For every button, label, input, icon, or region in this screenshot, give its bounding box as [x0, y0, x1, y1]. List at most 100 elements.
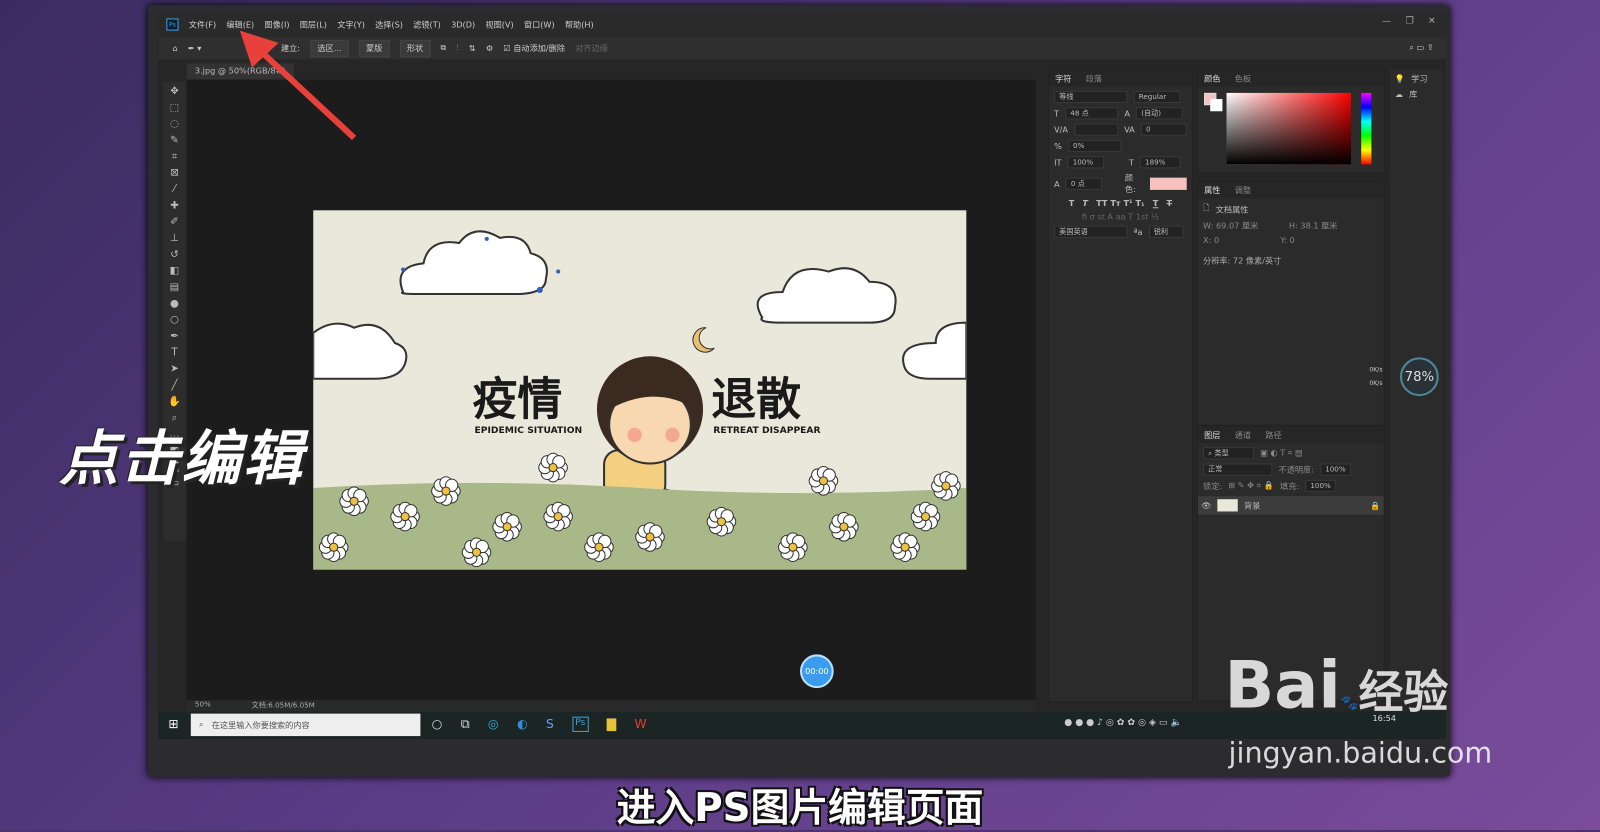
screen-mode-icon[interactable]: ▭ [170, 478, 180, 489]
move-tool-icon[interactable]: ✥ [170, 86, 179, 97]
leading-field[interactable]: (自动) [1136, 107, 1184, 120]
align-edges-checkbox[interactable]: 对齐边缘 [575, 42, 608, 53]
layer-filter-select[interactable]: ⌕ 类型 [1203, 447, 1255, 460]
pen-tool-icon[interactable]: ✒ [170, 331, 179, 342]
hand-icon[interactable]: ✋ [168, 396, 181, 407]
blur-icon[interactable]: ● [170, 298, 179, 309]
tab-paths[interactable]: 路径 [1265, 429, 1281, 440]
font-style-select[interactable]: Regular [1133, 90, 1181, 104]
path-arrange-icon[interactable]: ⇅ [469, 43, 476, 52]
menu-type[interactable]: 文字(Y) [337, 19, 365, 30]
gear-icon[interactable]: ⚙ [486, 43, 493, 52]
color-picker-field[interactable] [1226, 92, 1352, 165]
library-button[interactable]: 库 [1409, 89, 1417, 100]
hue-slider[interactable] [1361, 92, 1372, 165]
menu-view[interactable]: 视图(V) [485, 19, 513, 30]
menu-filter[interactable]: 滤镜(T) [413, 19, 441, 30]
browser-icon[interactable]: ◎ [488, 717, 499, 732]
menu-window[interactable]: 窗口(W) [524, 19, 555, 30]
task-view-icon[interactable]: ⧉ [461, 717, 470, 732]
path-mode-select[interactable]: ▾ [212, 43, 271, 52]
sogou-icon[interactable]: S [546, 717, 554, 732]
text-color-swatch[interactable] [1150, 177, 1187, 190]
clock[interactable]: 16:54 [1372, 714, 1396, 723]
home-icon[interactable]: ⌂ [172, 43, 177, 52]
menu-layer[interactable]: 图层(L) [300, 19, 327, 30]
path-select-icon[interactable]: ➤ [170, 363, 179, 374]
marquee-tool-icon[interactable]: ⬚ [170, 102, 180, 113]
menu-select[interactable]: 选择(S) [375, 19, 403, 30]
tab-paragraph[interactable]: 段落 [1086, 73, 1102, 84]
horizontal-scale-field[interactable]: 189% [1139, 156, 1181, 169]
doc-size[interactable]: 文档:6.05M/6.05M [252, 700, 315, 711]
auto-add-checkbox[interactable]: ☑ 自动添加/删除 [503, 42, 565, 53]
pen-tool-icon[interactable]: ✒ ▾ [188, 43, 202, 52]
edge-icon[interactable]: ◐ [517, 717, 528, 732]
menu-file[interactable]: 文件(F) [189, 19, 216, 30]
quick-mask-icon[interactable]: ◙ [170, 461, 180, 472]
tab-layers[interactable]: 图层 [1204, 429, 1220, 440]
canvas-area[interactable]: 疫情 退散 EPIDEMIC SITUATION RETREAT DISAPPE… [186, 79, 1036, 701]
filter-icons[interactable]: ▣ ◐ T ⌗ ▤ [1260, 448, 1303, 458]
restore-icon[interactable]: ❐ [1405, 16, 1413, 26]
crop-tool-icon[interactable]: ⌗ [172, 151, 178, 162]
tab-properties[interactable]: 属性 [1204, 184, 1220, 195]
eye-icon[interactable]: 👁 [1201, 501, 1211, 510]
system-tray[interactable]: ● ● ● ♪ ◎ ✿ ✿ ◎ ◈ ▭ 🔈 [1064, 718, 1182, 728]
kerning-field[interactable] [1074, 123, 1118, 136]
baseline-field[interactable]: 0 点 [1065, 177, 1103, 190]
gradient-icon[interactable]: ▤ [170, 282, 180, 293]
tracking-field[interactable]: 0 [1140, 123, 1187, 136]
tab-adjustments[interactable]: 调整 [1235, 184, 1251, 195]
zoom-icon[interactable]: ⌕ [172, 412, 178, 423]
learn-button[interactable]: 学习 [1411, 74, 1427, 85]
lasso-tool-icon[interactable]: ◌ [170, 118, 179, 129]
frame-tool-icon[interactable]: ⊠ [170, 167, 179, 178]
vertical-scale-field[interactable]: 100% [1067, 156, 1105, 169]
more-tools-icon[interactable]: … [169, 429, 179, 440]
artwork-image[interactable]: 疫情 退散 EPIDEMIC SITUATION RETREAT DISAPPE… [313, 210, 967, 570]
tab-color[interactable]: 颜色 [1204, 73, 1220, 84]
antialias-select[interactable]: 锐利 [1148, 225, 1184, 238]
brush-icon[interactable]: ✐ [170, 216, 179, 227]
font-size-field[interactable]: 48 点 [1065, 107, 1119, 120]
proportional-spacing-field[interactable]: 0% [1067, 139, 1122, 153]
tab-swatches[interactable]: 色板 [1235, 73, 1251, 84]
tab-channels[interactable]: 通道 [1235, 429, 1251, 440]
path-ops-icon[interactable]: ⧉ [440, 43, 446, 53]
lock-icons[interactable]: ⊞ ✎ ✥ ⌗ 🔒 [1228, 481, 1274, 491]
fill-field[interactable]: 100% [1305, 479, 1336, 493]
blend-mode-select[interactable]: 正常 [1203, 463, 1273, 476]
history-brush-icon[interactable]: ↺ [170, 249, 179, 260]
eraser-icon[interactable]: ◧ [170, 265, 180, 276]
windows-start-icon[interactable]: ⊞ [168, 717, 178, 731]
photoshop-taskbar-icon[interactable]: Ps [572, 716, 589, 732]
eyedropper-icon[interactable]: ⁄ [174, 184, 176, 195]
minimize-icon[interactable]: — [1382, 16, 1391, 26]
path-align-icon[interactable]: ⫶ [457, 43, 459, 53]
shape-button[interactable]: 形状 [399, 39, 431, 57]
menu-edit[interactable]: 编辑(E) [226, 19, 254, 30]
document-tab[interactable]: 3.jpg @ 50%(RGB/8#) [186, 63, 294, 80]
font-family-select[interactable]: 等线 [1054, 90, 1128, 104]
text-style-buttons[interactable]: T T TT Tт T¹ T₁ T T [1054, 199, 1187, 208]
background-color-swatch[interactable] [1210, 99, 1223, 112]
stamp-icon[interactable]: ⊥ [170, 233, 179, 244]
type-tool-icon[interactable]: T [171, 347, 177, 358]
opentype-buttons[interactable]: fi σ st A aa T 1st ½ [1054, 212, 1187, 221]
zoom-level[interactable]: 50% [195, 700, 211, 711]
tab-character[interactable]: 字符 [1055, 73, 1071, 84]
wps-icon[interactable]: W [635, 717, 647, 732]
healing-icon[interactable]: ✚ [170, 200, 179, 211]
quick-select-icon[interactable]: ✎ [170, 135, 179, 146]
layer-row[interactable]: 👁 背景 🔒 [1197, 496, 1384, 515]
opacity-field[interactable]: 100% [1320, 463, 1351, 476]
taskbar-search[interactable]: ⌕ 在这里输入你要搜索的内容 [190, 713, 421, 737]
file-explorer-icon[interactable]: ▇ [607, 717, 616, 732]
cortana-icon[interactable]: ○ [432, 717, 443, 732]
dodge-icon[interactable]: ○ [170, 314, 179, 325]
menu-3d[interactable]: 3D(D) [451, 20, 475, 29]
close-icon[interactable]: ✕ [1428, 16, 1436, 26]
menu-image[interactable]: 图像(I) [264, 19, 289, 30]
mask-button[interactable]: 蒙版 [358, 39, 390, 57]
